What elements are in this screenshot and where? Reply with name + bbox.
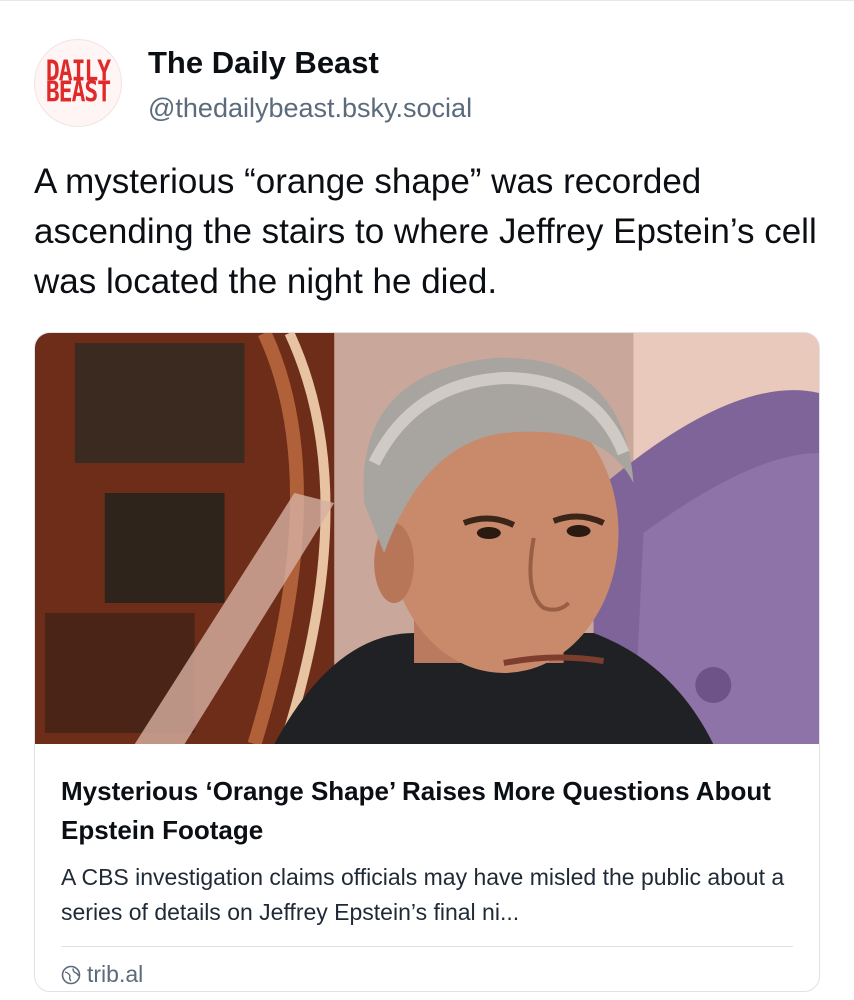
author-display-name[interactable]: The Daily Beast — [148, 45, 472, 81]
link-card-body: Mysterious ‘Orange Shape’ Raises More Qu… — [35, 744, 819, 930]
globe-icon — [61, 965, 81, 984]
link-card-domain: trib.al — [87, 961, 144, 987]
link-card-source: trib.al — [35, 947, 819, 988]
author-names: The Daily Beast @thedailybeast.bsky.soci… — [148, 45, 472, 124]
author-handle[interactable]: @thedailybeast.bsky.social — [148, 93, 472, 124]
post: DAILY BEAST The Daily Beast @thedailybea… — [0, 0, 854, 1000]
post-header: DAILY BEAST The Daily Beast @thedailybea… — [34, 39, 472, 127]
link-card-description: A CBS investigation claims officials may… — [61, 864, 785, 925]
link-card-image — [35, 333, 819, 744]
link-card[interactable]: Mysterious ‘Orange Shape’ Raises More Qu… — [34, 332, 820, 992]
avatar-logo-line2: BEAST — [45, 76, 111, 110]
link-card-title: Mysterious ‘Orange Shape’ Raises More Qu… — [61, 776, 771, 845]
avatar[interactable]: DAILY BEAST — [34, 39, 122, 127]
post-text: A mysterious “orange shape” was recorded… — [34, 162, 817, 301]
